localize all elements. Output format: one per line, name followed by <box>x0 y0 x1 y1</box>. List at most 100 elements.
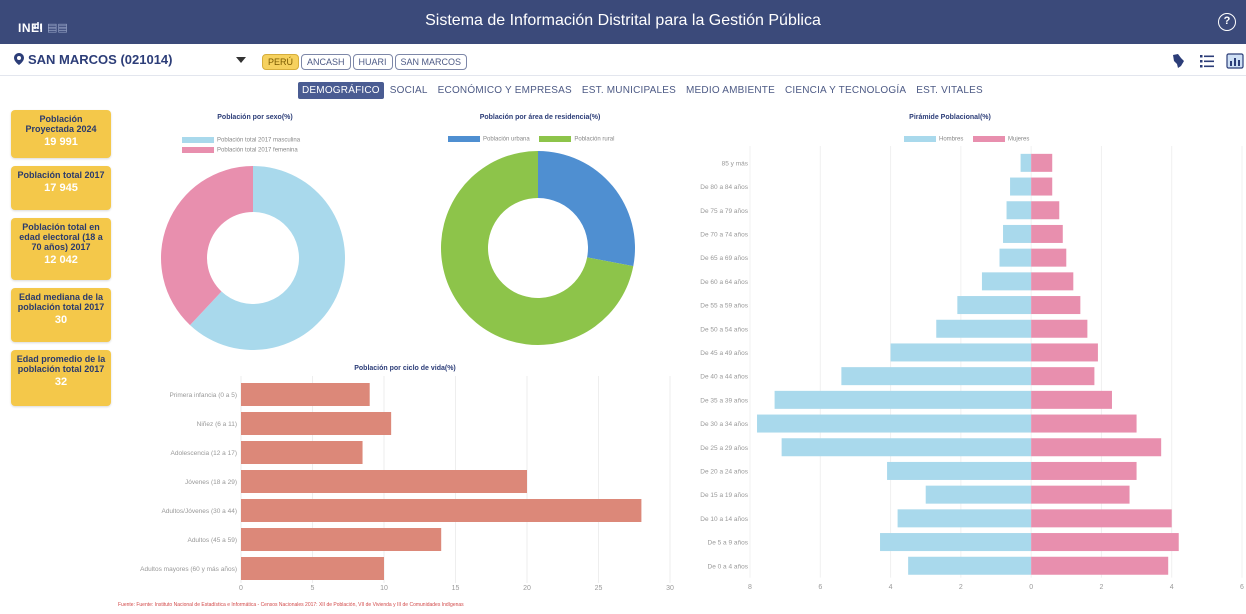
category-label: Jóvenes (18 a 29) <box>185 479 237 486</box>
bar-mujeres <box>1031 319 1088 338</box>
bar-mujeres <box>1031 367 1095 386</box>
category-tabs: DEMOGRÁFICO SOCIAL ECONÓMICO Y EMPRESAS EST… <box>298 80 989 100</box>
chart-title-sex: Población por sexo(%) <box>217 114 293 121</box>
bar-mujeres <box>1031 556 1169 575</box>
bar-mujeres <box>1031 153 1053 172</box>
dashboard-icon[interactable] <box>1226 52 1244 70</box>
bar-hombres <box>757 414 1032 433</box>
legend-label: Población total 2017 femenina <box>217 147 298 154</box>
tab-ciencia[interactable]: CIENCIA Y TECNOLOGÍA <box>781 82 910 99</box>
legend-item-masculina[interactable]: Población total 2017 masculina <box>182 137 300 144</box>
kpi-value: 19 991 <box>44 136 78 148</box>
bar-mujeres <box>1031 414 1137 433</box>
tab-social[interactable]: SOCIAL <box>386 82 432 99</box>
kpi-value: 12 042 <box>44 254 78 266</box>
chevron-down-icon[interactable] <box>236 57 246 63</box>
x-tick-label: 20 <box>523 585 531 592</box>
legend-item-hombres[interactable]: Hombres <box>904 136 963 143</box>
legend-swatch <box>182 146 214 153</box>
kpi-card-edad-promedio: Edad promedio de la población total 2017… <box>11 350 111 406</box>
bar-mujeres <box>1031 461 1137 480</box>
kpi-value: 32 <box>54 376 68 388</box>
x-tick-label: 10 <box>380 585 388 592</box>
legend-swatch <box>448 136 480 142</box>
bar-hombres <box>1006 201 1032 220</box>
legend-label: Población rural <box>574 136 615 143</box>
bar-hombres <box>925 485 1032 504</box>
kpi-label: Edad mediana de la población total 2017 <box>17 292 105 312</box>
peru-map-icon[interactable] <box>1169 52 1187 70</box>
breadcrumb-san-marcos[interactable]: SAN MARCOS <box>394 54 468 70</box>
bar <box>241 441 363 464</box>
bar-hombres <box>981 272 1032 291</box>
category-label: Primera infancia (0 a 5) <box>169 392 237 399</box>
bar-mujeres <box>1031 390 1112 409</box>
kpi-value: 17 945 <box>44 182 78 194</box>
category-label: Adultos/Jóvenes (30 a 44) <box>161 508 237 515</box>
bar-mujeres <box>1031 533 1179 552</box>
legend-item-mujeres[interactable]: Mujeres <box>973 136 1029 143</box>
legend-sex: Población total 2017 masculina Población… <box>182 137 300 153</box>
x-tick-label: 15 <box>452 585 460 592</box>
bar-mujeres <box>1031 272 1074 291</box>
tab-municipales[interactable]: EST. MUNICIPALES <box>578 82 680 99</box>
legend-item-femenina[interactable]: Población total 2017 femenina <box>182 146 300 154</box>
bar-mujeres <box>1031 438 1162 457</box>
legend-swatch <box>539 136 572 142</box>
help-icon[interactable]: ? <box>1218 13 1236 31</box>
legend-swatch <box>904 136 936 142</box>
kpi-value: 30 <box>54 314 68 326</box>
bar-mujeres <box>1031 296 1081 315</box>
breadcrumb-ancash[interactable]: ANCASH <box>301 54 351 70</box>
bar-mujeres <box>1031 224 1063 243</box>
category-label: De 5 a 9 años <box>708 540 749 547</box>
list-icon[interactable] <box>1198 52 1216 70</box>
bar-mujeres <box>1031 248 1067 267</box>
category-label: Niñez (6 a 11) <box>197 421 237 428</box>
bar-hombres <box>880 533 1032 552</box>
app-header: INEI ▤▤ Sistema de Información Distrital… <box>0 0 1246 44</box>
category-label: 85 y más <box>722 160 749 167</box>
tab-economico[interactable]: ECONÓMICO Y EMPRESAS <box>434 82 576 99</box>
breadcrumb-peru[interactable]: PERÚ <box>262 54 300 70</box>
x-tick-label: 25 <box>595 585 603 592</box>
legend-area: Población urbana Población rural <box>448 136 622 143</box>
location-bar: SAN MARCOS (021014) PERÚ ANCASH HUARI SAN M… <box>0 44 1246 76</box>
bar <box>241 412 392 435</box>
category-label: De 10 a 14 años <box>700 516 748 523</box>
category-label: Adultos (45 a 59) <box>187 537 237 544</box>
tab-medio-ambiente[interactable]: MEDIO AMBIENTE <box>682 82 779 99</box>
kpi-card-poblacion-total: Población total 2017 17 945 <box>11 166 111 210</box>
breadcrumb-huari[interactable]: HUARI <box>352 54 393 70</box>
chart-title-area: Población por área de residencia(%) <box>479 114 601 121</box>
bar-mujeres <box>1031 201 1060 220</box>
category-label: De 30 a 34 años <box>700 421 748 428</box>
legend-item-rural[interactable]: Población rural <box>539 136 614 143</box>
location-dropdown[interactable]: SAN MARCOS (021014) <box>14 52 246 70</box>
x-tick-label: 4 <box>1170 584 1174 591</box>
location-value: SAN MARCOS (021014) <box>28 52 173 67</box>
tab-demografico[interactable]: DEMOGRÁFICO <box>298 82 384 99</box>
category-label: De 35 a 39 años <box>700 397 748 404</box>
category-label: De 0 a 4 años <box>708 563 749 570</box>
kpi-label: Población Proyectada 2024 <box>25 114 97 134</box>
tab-vitales[interactable]: EST. VITALES <box>912 82 987 99</box>
x-tick-label: 6 <box>1240 584 1244 591</box>
bar-mujeres <box>1031 177 1053 196</box>
kpi-label: Población total en edad electoral (18 a … <box>19 222 103 252</box>
toolbar <box>1163 52 1244 70</box>
category-label: De 20 a 24 años <box>700 468 748 475</box>
bar-hombres <box>957 296 1032 315</box>
category-label: De 45 a 49 años <box>700 350 748 357</box>
legend-label: Mujeres <box>1008 136 1030 143</box>
breadcrumb: PERÚ ANCASH HUARI SAN MARCOS <box>262 52 469 70</box>
category-label: De 50 a 54 años <box>700 326 748 333</box>
legend-item-urbana[interactable]: Población urbana <box>448 136 530 143</box>
bar-hombres <box>1020 153 1032 172</box>
donut-slice-1 <box>161 166 253 326</box>
kpi-card-edad-mediana: Edad mediana de la población total 2017 … <box>11 288 111 342</box>
category-label: De 70 a 74 años <box>700 231 748 238</box>
kpi-label: Edad promedio de la población total 2017 <box>16 354 106 374</box>
bar-chart-life-cycle: 0 5 10 15 20 25 30Primera infancia (0 a 5)Niñe… <box>140 376 674 592</box>
category-label: De 55 a 59 años <box>700 303 748 310</box>
